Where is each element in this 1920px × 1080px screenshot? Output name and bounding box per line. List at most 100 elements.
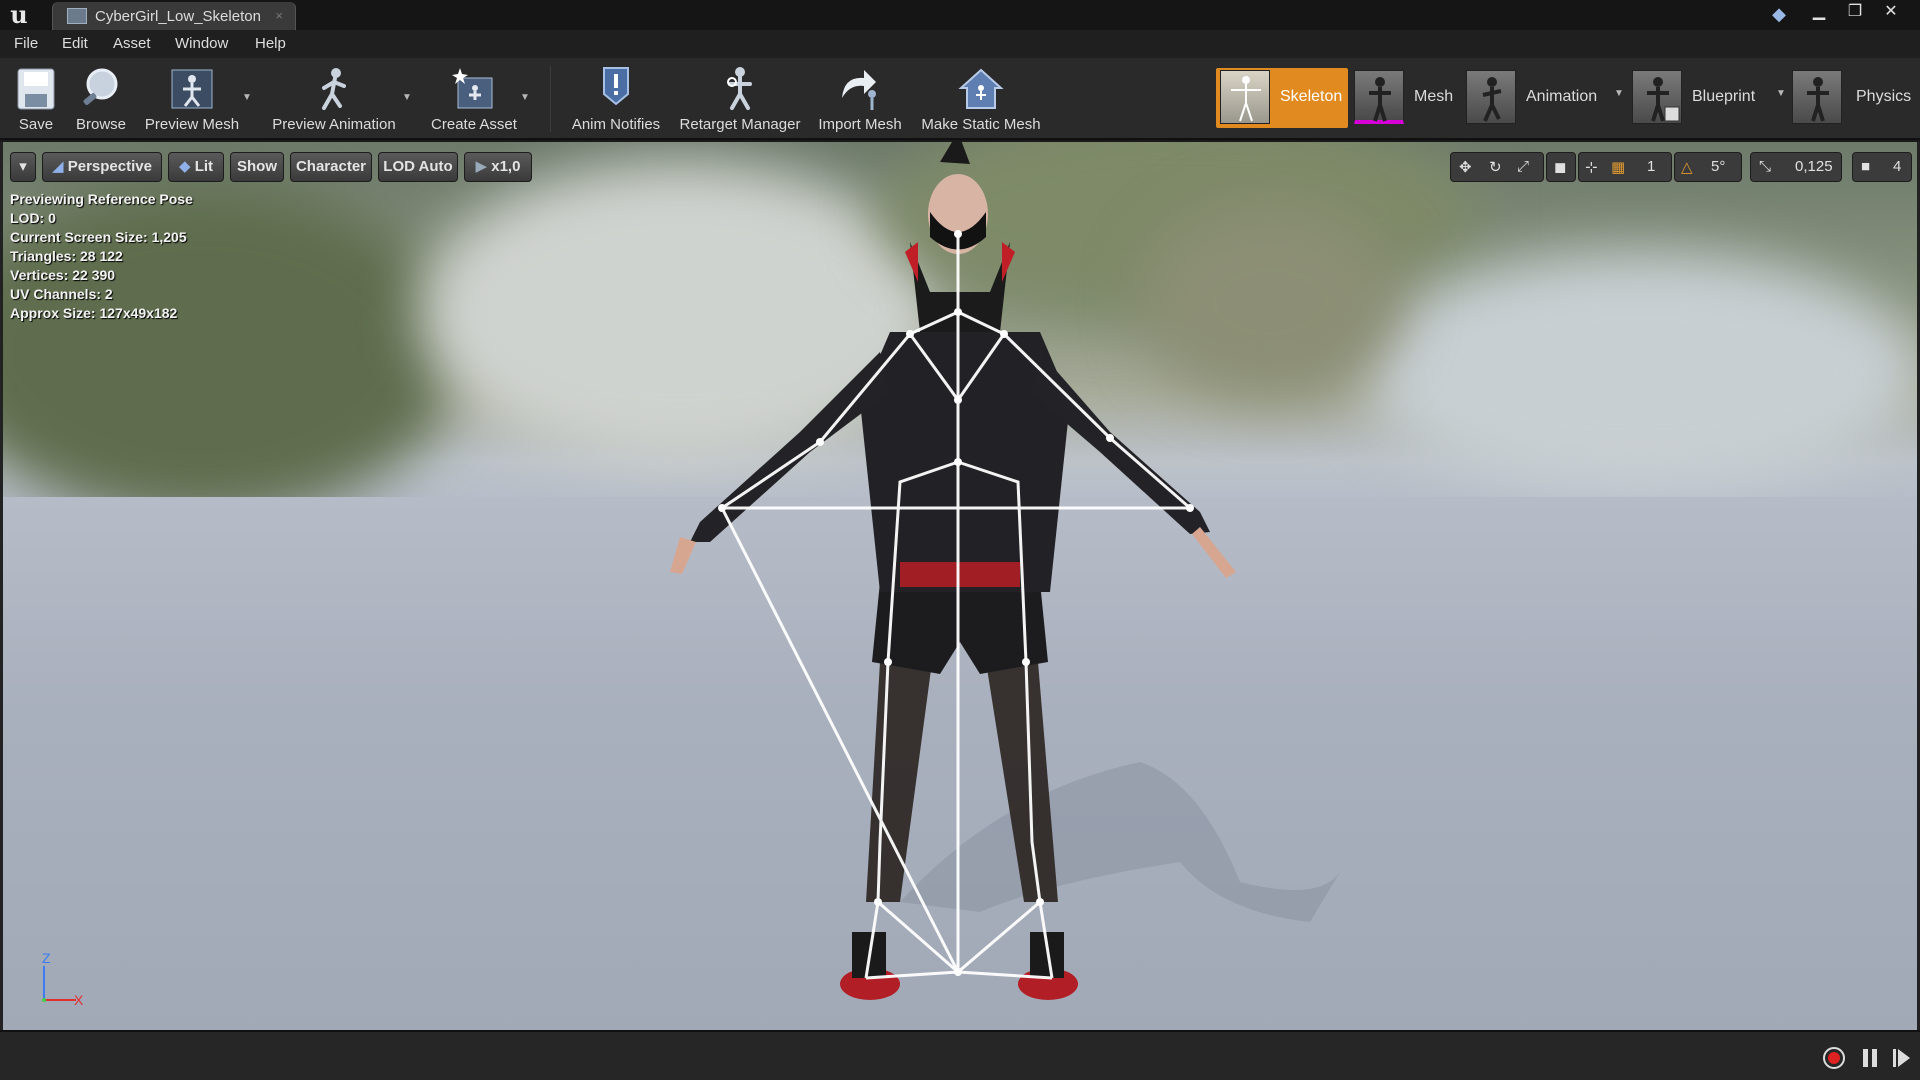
animation-dropdown-icon[interactable]: ▼ [1612, 88, 1626, 102]
physics-thumbnail-icon [1792, 70, 1842, 124]
mode-mesh-label: Mesh [1414, 88, 1454, 105]
grid-snap-value[interactable]: 1 [1647, 158, 1655, 175]
import-mesh-button[interactable]: Import Mesh [812, 64, 908, 138]
playback-speed-button[interactable]: ▶ x1,0 [464, 152, 532, 182]
retarget-icon [714, 64, 766, 114]
tab-title: CyberGirl_Low_Skeleton [95, 8, 261, 25]
world-cube-icon: ◼ [1554, 159, 1567, 176]
blueprint-thumbnail-icon [1632, 70, 1682, 124]
play-icon: ▶ [475, 158, 492, 175]
menu-window[interactable]: Window [175, 35, 228, 52]
stats-screen-size: Current Screen Size: 1,205 [10, 229, 187, 245]
mode-blueprint-label: Blueprint [1692, 88, 1756, 105]
preview-mesh-dropdown-icon[interactable]: ▼ [240, 92, 254, 106]
mode-physics-button[interactable]: Physics [1792, 68, 1916, 128]
step-forward-button[interactable] [1890, 1046, 1914, 1070]
character-button[interactable]: Character [290, 152, 372, 182]
import-arrow-icon [834, 64, 886, 114]
asset-tab[interactable]: CyberGirl_Low_Skeleton × [52, 2, 296, 30]
menu-bar: File Edit Asset Window Help [0, 30, 1920, 58]
mesh-thumbnail-icon [1354, 70, 1404, 124]
magnifier-icon [75, 64, 127, 114]
camera-icon: ■ [1861, 158, 1871, 175]
mode-animation-button[interactable]: Animation ▼ [1466, 68, 1630, 128]
stats-vertices: Vertices: 22 390 [10, 267, 116, 283]
mode-skeleton-button[interactable]: Skeleton [1216, 68, 1348, 128]
mode-physics-label: Physics [1856, 88, 1912, 105]
notify-flag-icon [590, 64, 642, 114]
rotation-snap-group: △ 5° [1674, 152, 1742, 182]
scale-snap-value[interactable]: 0,125 [1795, 158, 1833, 175]
scale-snap-icon[interactable]: ⤡ [1759, 158, 1771, 175]
toolbar: Save Browse Preview Mesh ▼ Preview Anima… [0, 58, 1920, 140]
skeleton-thumbnail-icon [1220, 70, 1270, 124]
preview-viewport[interactable]: ▾ ◢ Perspective ◆ Lit Show Character LOD… [0, 142, 1920, 1030]
mode-mesh-button[interactable]: Mesh [1354, 68, 1458, 128]
translate-icon[interactable]: ✥ [1459, 158, 1472, 176]
create-asset-button[interactable]: Create Asset [424, 64, 524, 138]
mode-skeleton-label: Skeleton [1280, 88, 1343, 105]
stats-triangles: Triangles: 28 122 [10, 248, 123, 264]
close-button[interactable]: ✕ [1874, 1, 1908, 23]
stats-uv-channels: UV Channels: 2 [10, 286, 113, 302]
retarget-manager-button[interactable]: Retarget Manager [676, 64, 804, 138]
stats-approx-size: Approx Size: 127x49x182 [10, 305, 178, 321]
rotation-snap-value[interactable]: 5° [1711, 158, 1725, 175]
grid-snap-group: ⊹ ▦ 1 [1578, 152, 1672, 182]
save-button[interactable]: Save [8, 64, 64, 138]
menu-help[interactable]: Help [255, 35, 286, 52]
perspective-icon: ◢ [52, 158, 68, 175]
toolbar-separator [550, 66, 551, 132]
menu-edit[interactable]: Edit [62, 35, 88, 52]
scale-icon[interactable]: ⤢ [1517, 158, 1529, 175]
preview-mesh-icon [166, 64, 218, 114]
create-asset-icon [448, 64, 500, 114]
unreal-logo-icon[interactable]: u [4, 2, 34, 28]
skeleton-asset-icon [67, 8, 87, 24]
rotation-snap-icon[interactable]: △ [1681, 158, 1693, 176]
lit-sphere-icon: ◆ [178, 158, 195, 175]
mode-blueprint-button[interactable]: Blueprint ▼ [1632, 68, 1794, 128]
stats-lod: LOD: 0 [10, 210, 56, 226]
lit-button[interactable]: ◆ Lit [168, 152, 224, 182]
grid-snap-icon[interactable]: ▦ [1611, 158, 1625, 176]
camera-speed-value: 4 [1893, 158, 1902, 175]
lod-button[interactable]: LOD Auto [378, 152, 458, 182]
timeline-bar [0, 1030, 1920, 1080]
world-local-toggle[interactable]: ◼ [1546, 152, 1576, 182]
camera-speed-group[interactable]: ■ 4 [1852, 152, 1912, 182]
make-static-mesh-button[interactable]: Make Static Mesh [916, 64, 1046, 138]
rotate-icon[interactable]: ↻ [1489, 158, 1502, 176]
preview-animation-button[interactable]: Preview Animation [266, 64, 402, 138]
show-button[interactable]: Show [230, 152, 284, 182]
running-figure-icon [308, 64, 360, 114]
browse-button[interactable]: Browse [70, 64, 132, 138]
anim-notifies-button[interactable]: Anim Notifies [566, 64, 666, 138]
create-asset-dropdown-icon[interactable]: ▼ [518, 92, 532, 106]
static-mesh-house-icon [955, 64, 1007, 114]
tab-close-icon[interactable]: × [275, 8, 283, 23]
perspective-button[interactable]: ◢ Perspective [42, 152, 162, 182]
transform-tools-group: ✥ ↻ ⤢ [1450, 152, 1544, 182]
menu-asset[interactable]: Asset [113, 35, 151, 52]
minimize-button[interactable]: ▁ [1802, 1, 1836, 23]
viewport-options-button[interactable]: ▾ [10, 152, 36, 182]
character-skeleton-render [670, 142, 1340, 1000]
learn-icon[interactable]: ◆ [1768, 4, 1790, 24]
scale-snap-group: ⤡ 0,125 [1750, 152, 1842, 182]
pause-button[interactable] [1858, 1046, 1882, 1070]
preview-animation-dropdown-icon[interactable]: ▼ [400, 92, 414, 106]
menu-file[interactable]: File [14, 35, 38, 52]
stats-pose: Previewing Reference Pose [10, 191, 193, 207]
blueprint-dropdown-icon[interactable]: ▼ [1774, 88, 1788, 102]
save-icon [10, 64, 62, 114]
mode-animation-label: Animation [1526, 88, 1598, 105]
animation-thumbnail-icon [1466, 70, 1516, 124]
viewport-stats: Previewing Reference Pose LOD: 0 Current… [10, 190, 193, 323]
title-bar: u CyberGirl_Low_Skeleton × ◆ ▁ ❐ ✕ [0, 0, 1920, 30]
surface-snap-icon[interactable]: ⊹ [1585, 158, 1598, 176]
maximize-button[interactable]: ❐ [1838, 1, 1872, 23]
axis-x-label: X [74, 992, 84, 1008]
preview-mesh-button[interactable]: Preview Mesh [140, 64, 244, 138]
record-button[interactable] [1822, 1046, 1846, 1070]
